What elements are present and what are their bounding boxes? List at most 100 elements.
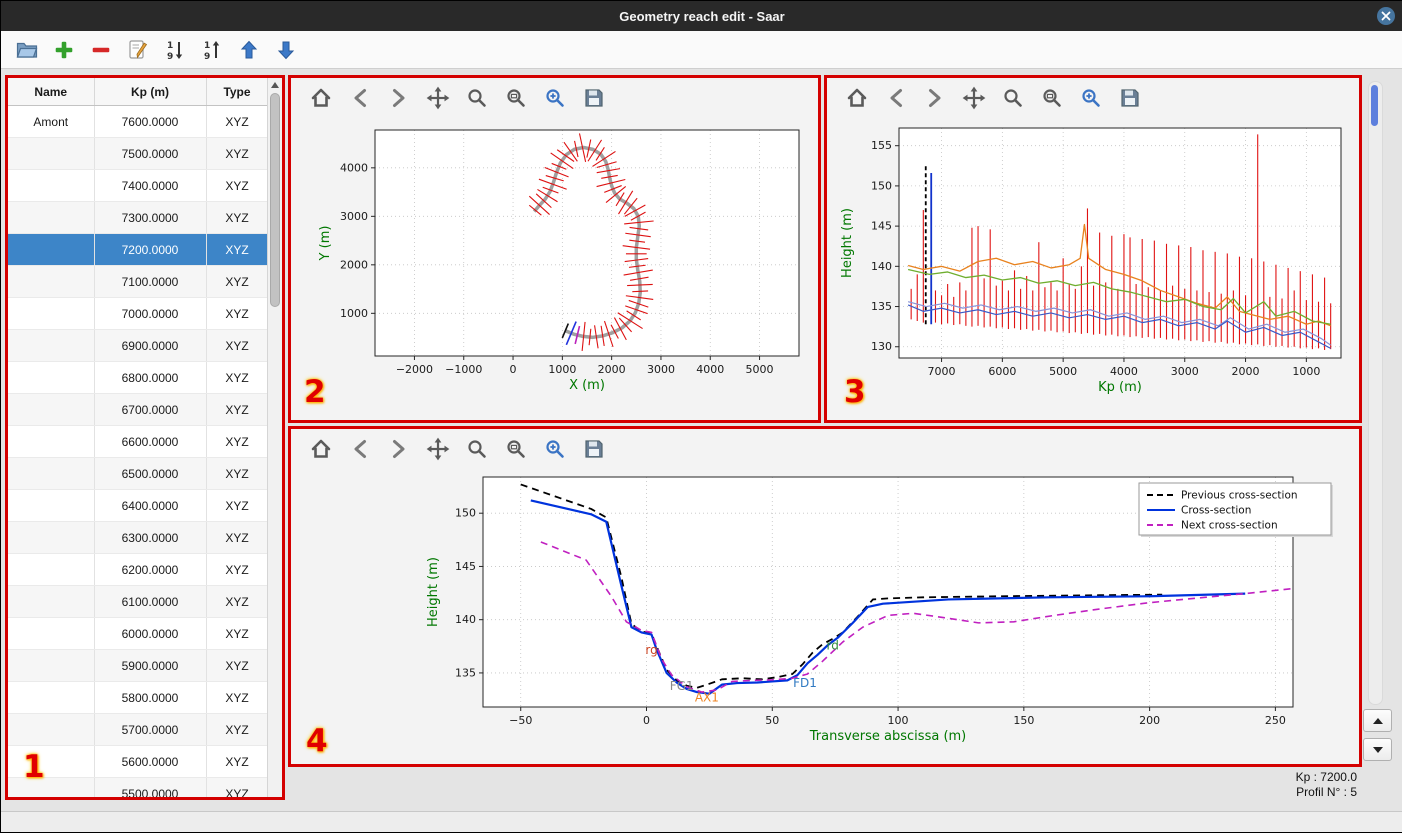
sort-asc-button[interactable]: 19 [198, 36, 226, 64]
plan-view-panel: −2000 −1000 0 1000 2000 3000 4000 5000 1000 2000 3… [288, 75, 821, 423]
profile-up-button[interactable] [1363, 709, 1392, 732]
cell-name [8, 553, 95, 586]
table-row[interactable]: Amont 7600.0000 XYZ [8, 105, 269, 138]
svg-text:1: 1 [204, 41, 210, 51]
table-scrollbar-thumb[interactable] [270, 93, 280, 307]
table-row[interactable]: 6900.0000 XYZ [8, 329, 269, 362]
forward-button[interactable] [921, 84, 949, 112]
profil-readout: Profil N° : 5 [1296, 785, 1357, 799]
table-row[interactable]: 5700.0000 XYZ [8, 713, 269, 746]
svg-text:AX1: AX1 [695, 691, 719, 705]
svg-text:140: 140 [871, 260, 892, 273]
svg-text:1: 1 [167, 41, 173, 51]
save-button[interactable] [1116, 84, 1144, 112]
table-row[interactable]: 6300.0000 XYZ [8, 521, 269, 554]
sort-desc-button[interactable]: 19 [161, 36, 189, 64]
cell-kp: 6700.0000 [94, 393, 207, 426]
table-row[interactable]: 6700.0000 XYZ [8, 393, 269, 426]
home-button[interactable] [843, 84, 871, 112]
table-row[interactable]: 6500.0000 XYZ [8, 457, 269, 490]
table-row[interactable]: 7000.0000 XYZ [8, 297, 269, 330]
home-button[interactable] [307, 84, 335, 112]
svg-text:Kp (m): Kp (m) [1098, 380, 1142, 395]
cell-kp: 5800.0000 [94, 681, 207, 714]
profile-canvas[interactable]: 7000 6000 5000 4000 3000 2000 1000 130 135 140 145… [827, 118, 1357, 418]
move-up-icon [240, 40, 258, 58]
svg-text:4000: 4000 [696, 363, 724, 376]
col-header-name: Name [8, 78, 95, 106]
table-row[interactable]: 7500.0000 XYZ [8, 137, 269, 170]
zoom-button[interactable] [463, 84, 491, 112]
table-row[interactable]: 6000.0000 XYZ [8, 617, 269, 650]
table-row[interactable]: 6600.0000 XYZ [8, 425, 269, 458]
edit-button[interactable] [124, 36, 152, 64]
pan-button[interactable] [424, 435, 452, 463]
back-button[interactable] [346, 84, 374, 112]
table-row[interactable]: 5900.0000 XYZ [8, 649, 269, 682]
move-up-button[interactable] [235, 36, 263, 64]
cell-kp: 6500.0000 [94, 457, 207, 490]
plan-view-canvas[interactable]: −2000 −1000 0 1000 2000 3000 4000 5000 1000 2000 3… [291, 118, 817, 418]
svg-text:−2000: −2000 [396, 363, 433, 376]
svg-text:2000: 2000 [340, 258, 368, 271]
move-down-button[interactable] [272, 36, 300, 64]
pan-button[interactable] [960, 84, 988, 112]
table-row[interactable]: 5500.0000 XYZ [8, 777, 269, 797]
profile-down-button[interactable] [1363, 738, 1392, 761]
back-button[interactable] [882, 84, 910, 112]
add-button[interactable] [50, 36, 78, 64]
cross-sections-panel: Name Kp (m) Type Amont 7600.0000 XYZ 7500.0… [5, 75, 285, 800]
cell-name [8, 521, 95, 554]
svg-text:145: 145 [871, 220, 892, 233]
home-button[interactable] [307, 435, 335, 463]
zoom-in-button[interactable] [1077, 84, 1105, 112]
zoom-select-button[interactable] [1038, 84, 1066, 112]
back-button[interactable] [346, 435, 374, 463]
zoom-select-button[interactable] [502, 435, 530, 463]
zoom-in-button[interactable] [541, 435, 569, 463]
svg-text:FG1: FG1 [670, 679, 694, 693]
pan-button[interactable] [424, 84, 452, 112]
forward-button[interactable] [385, 84, 413, 112]
table-scrollbar[interactable] [267, 78, 282, 797]
table-row[interactable]: 5800.0000 XYZ [8, 681, 269, 714]
table-row[interactable]: 6400.0000 XYZ [8, 489, 269, 522]
cell-name [8, 329, 95, 362]
cross-section-canvas[interactable]: −50 0 50 100 150 200 250 135 140 145 150 Transverse… [291, 469, 1357, 763]
svg-text:50: 50 [765, 714, 779, 727]
open-button[interactable] [13, 36, 41, 64]
pan-icon [426, 437, 450, 461]
table-header-row: Name Kp (m) Type [8, 78, 269, 106]
svg-text:2000: 2000 [1232, 365, 1260, 378]
move-down-icon [277, 41, 295, 59]
table-row[interactable]: 7300.0000 XYZ [8, 201, 269, 234]
svg-text:rg: rg [645, 643, 657, 657]
close-button[interactable] [1377, 7, 1395, 25]
cell-name: Amont [8, 105, 95, 138]
zoom-in-button[interactable] [541, 84, 569, 112]
table-row[interactable]: 6200.0000 XYZ [8, 553, 269, 586]
table-row[interactable]: 7200.0000 XYZ [8, 233, 269, 266]
cell-type: XYZ [206, 169, 269, 202]
cell-name [8, 393, 95, 426]
save-button[interactable] [580, 84, 608, 112]
remove-button[interactable] [87, 36, 115, 64]
table-row[interactable]: 5600.0000 XYZ [8, 745, 269, 778]
save-button[interactable] [580, 435, 608, 463]
cell-kp: 5500.0000 [94, 777, 207, 797]
table-row[interactable]: 7100.0000 XYZ [8, 265, 269, 298]
cell-type: XYZ [206, 745, 269, 778]
scrollbar-up-arrow-icon[interactable] [271, 82, 279, 88]
table-row[interactable]: 7400.0000 XYZ [8, 169, 269, 202]
zoom-button[interactable] [999, 84, 1027, 112]
svg-text:140: 140 [455, 613, 476, 626]
zoom-select-button[interactable] [502, 84, 530, 112]
window-scrollbar[interactable] [1368, 81, 1383, 705]
forward-button[interactable] [385, 435, 413, 463]
table-row[interactable]: 6800.0000 XYZ [8, 361, 269, 394]
table-row[interactable]: 6100.0000 XYZ [8, 585, 269, 618]
zoom-button[interactable] [463, 435, 491, 463]
svg-text:3000: 3000 [647, 363, 675, 376]
window-scrollbar-thumb[interactable] [1371, 85, 1378, 126]
svg-text:130: 130 [871, 340, 892, 353]
